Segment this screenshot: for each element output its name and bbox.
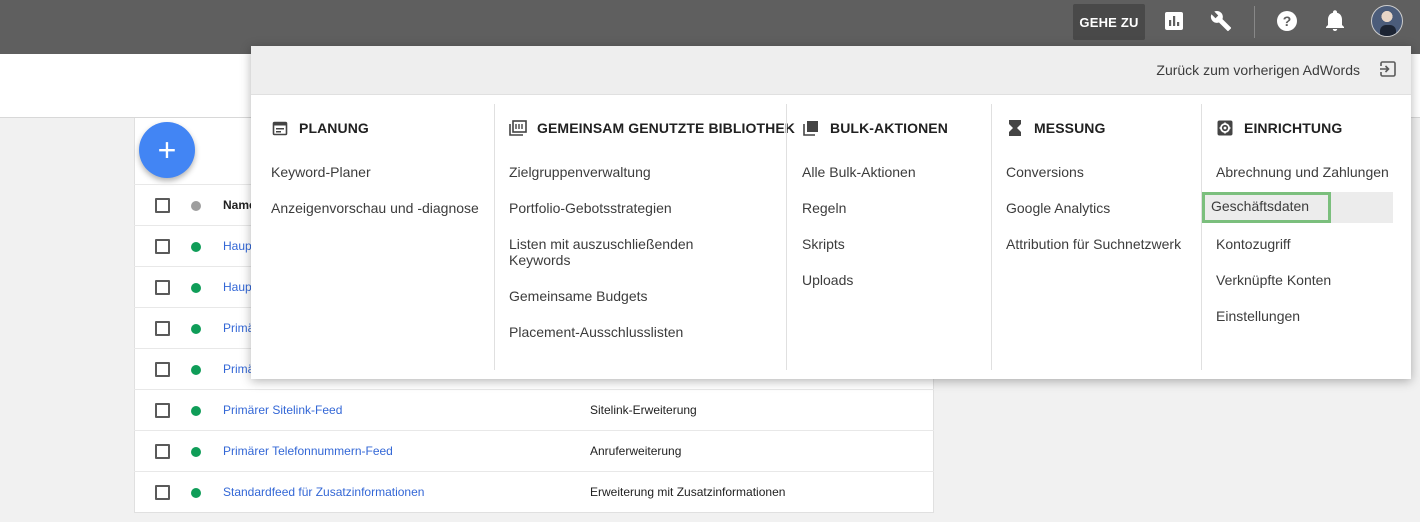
library-icon: [509, 119, 527, 137]
feed-name-link[interactable]: Standardfeed für Zusatzinformationen: [223, 485, 424, 499]
menu-item-attribution[interactable]: Attribution für Suchnetzwerk: [1006, 236, 1181, 252]
menu-column-bulk-aktionen: BULK-AKTIONEN Alle Bulk-Aktionen Regeln …: [782, 102, 987, 372]
menu-item-abrechnung[interactable]: Abrechnung und Zahlungen: [1216, 164, 1389, 180]
feed-name-link[interactable]: Primärer Telefonnummern-Feed: [223, 444, 393, 458]
menu-item-kontozugriff[interactable]: Kontozugriff: [1216, 236, 1290, 252]
menu-column-messung: MESSUNG Conversions Google Analytics Att…: [986, 102, 1196, 372]
menu-item-placement-ausschlusslisten[interactable]: Placement-Ausschlusslisten: [509, 324, 683, 340]
feed-name-link[interactable]: Primärer Sitelink-Feed: [223, 403, 342, 417]
row-checkbox[interactable]: [155, 321, 170, 336]
toolbar-separator: [1254, 6, 1255, 38]
status-dot: [191, 283, 201, 293]
menu-item-einstellungen[interactable]: Einstellungen: [1216, 308, 1300, 324]
exit-to-app-icon[interactable]: [1379, 60, 1399, 80]
menu-top-bar: Zurück zum vorherigen AdWords: [251, 46, 1411, 95]
status-dot: [191, 488, 201, 498]
menu-item-zielgruppenverwaltung[interactable]: Zielgruppenverwaltung: [509, 164, 651, 180]
row-checkbox[interactable]: [155, 485, 170, 500]
menu-column-einrichtung: EINRICHTUNG Abrechnung und Zahlungen Ges…: [1196, 102, 1406, 372]
menu-column-planung: PLANUNG Keyword-Planer Anzeigenvorschau …: [251, 102, 494, 372]
column-heading: PLANUNG: [271, 119, 369, 137]
menu-item-gemeinsame-budgets[interactable]: Gemeinsame Budgets: [509, 288, 648, 304]
goto-dropdown-menu: Zurück zum vorherigen AdWords PLANUNG Ke…: [251, 46, 1411, 379]
svg-text:?: ?: [1283, 13, 1292, 29]
menu-item-skripts[interactable]: Skripts: [802, 236, 845, 252]
feed-name-link[interactable]: Haup: [223, 280, 252, 294]
table-row: Standardfeed für Zusatzinformationen Erw…: [134, 471, 934, 512]
menu-item-regeln[interactable]: Regeln: [802, 200, 846, 216]
table-row: Primärer Sitelink-Feed Sitelink-Erweiter…: [134, 389, 934, 430]
status-dot: [191, 447, 201, 457]
menu-item-uploads[interactable]: Uploads: [802, 272, 853, 288]
row-checkbox[interactable]: [155, 239, 170, 254]
menu-item-verknuepfte-konten[interactable]: Verknüpfte Konten: [1216, 272, 1331, 288]
menu-item-google-analytics[interactable]: Google Analytics: [1006, 200, 1110, 216]
column-heading: EINRICHTUNG: [1216, 119, 1342, 137]
menu-item-ausschliessende-keywords[interactable]: Listen mit auszuschließenden Keywords: [509, 236, 739, 268]
bulk-copy-icon: [802, 119, 820, 137]
status-dot: [191, 242, 201, 252]
goto-button[interactable]: GEHE ZU: [1073, 4, 1145, 40]
settings-gear-icon: [1216, 119, 1234, 137]
menu-item-anzeigenvorschau[interactable]: Anzeigenvorschau und -diagnose: [271, 200, 479, 216]
notifications-bell-icon[interactable]: [1322, 8, 1348, 34]
menu-item-keyword-planer[interactable]: Keyword-Planer: [271, 164, 371, 180]
status-header-dot: [191, 201, 201, 211]
status-dot: [191, 365, 201, 375]
row-checkbox[interactable]: [155, 403, 170, 418]
status-dot: [191, 406, 201, 416]
menu-item-geschaeftsdaten[interactable]: Geschäftsdaten: [1202, 192, 1393, 223]
feed-name-link[interactable]: Primä: [223, 362, 254, 376]
table-row: Primärer Telefonnummern-Feed Anruferweit…: [134, 430, 934, 471]
add-button[interactable]: +: [139, 122, 195, 178]
hourglass-icon: [1006, 119, 1024, 137]
calendar-icon: [271, 119, 289, 137]
feed-type: Anruferweiterung: [590, 444, 682, 458]
menu-item-conversions[interactable]: Conversions: [1006, 164, 1084, 180]
column-heading: MESSUNG: [1006, 119, 1106, 137]
back-to-previous-adwords-link[interactable]: Zurück zum vorherigen AdWords: [1156, 62, 1360, 78]
feed-name-link[interactable]: Primä: [223, 321, 254, 335]
select-all-checkbox[interactable]: [155, 198, 170, 213]
column-heading: BULK-AKTIONEN: [802, 119, 948, 137]
tools-wrench-icon[interactable]: [1208, 8, 1234, 34]
status-dot: [191, 324, 201, 334]
menu-column-bibliothek: GEMEINSAM GENUTZTE BIBLIOTHEK Zielgruppe…: [489, 102, 795, 372]
row-checkbox[interactable]: [155, 280, 170, 295]
feed-type: Sitelink-Erweiterung: [590, 403, 697, 417]
user-avatar[interactable]: [1371, 5, 1403, 37]
reports-icon[interactable]: [1161, 8, 1187, 34]
feed-name-link[interactable]: Haup: [223, 239, 252, 253]
column-heading: GEMEINSAM GENUTZTE BIBLIOTHEK: [509, 119, 795, 137]
row-checkbox[interactable]: [155, 444, 170, 459]
highlight-outline: [1202, 192, 1331, 223]
row-checkbox[interactable]: [155, 362, 170, 377]
feed-type: Erweiterung mit Zusatzinformationen: [590, 485, 786, 499]
menu-item-portfolio-gebotsstrategien[interactable]: Portfolio-Gebotsstrategien: [509, 200, 672, 216]
menu-item-alle-bulk-aktionen[interactable]: Alle Bulk-Aktionen: [802, 164, 916, 180]
help-icon[interactable]: ?: [1274, 8, 1300, 34]
